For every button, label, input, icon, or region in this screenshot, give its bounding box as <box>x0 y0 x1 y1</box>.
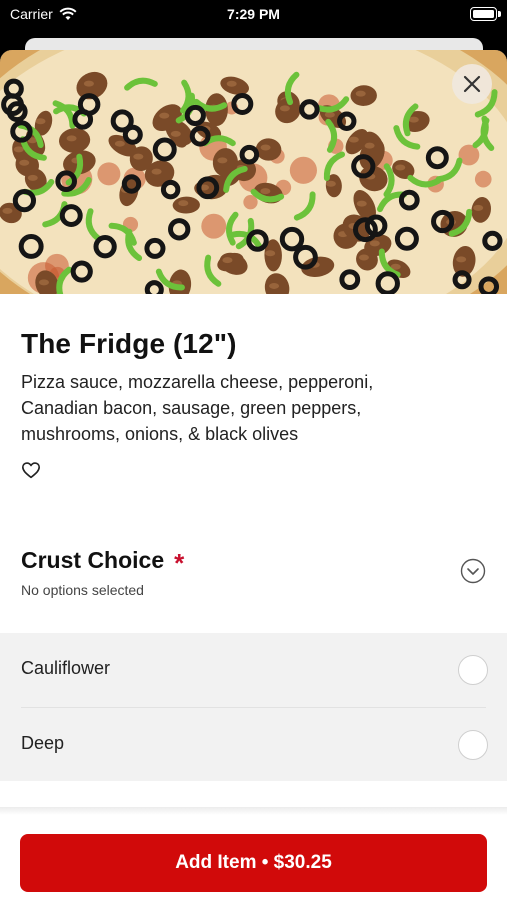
close-button[interactable] <box>452 64 492 104</box>
battery-icon <box>470 7 501 21</box>
add-item-button[interactable]: Add Item • $30.25 <box>20 834 487 892</box>
crust-section-title: Crust Choice * <box>21 547 185 578</box>
option-label: Cauliflower <box>21 658 111 678</box>
item-title: The Fridge (12") <box>21 328 237 359</box>
crust-selection-status: No options selected <box>21 582 144 598</box>
radio-icon[interactable] <box>458 655 488 685</box>
item-photo <box>0 50 507 294</box>
status-bar: Carrier 7:29 PM <box>0 0 507 30</box>
option-cauliflower[interactable]: Cauliflower <box>0 633 507 708</box>
clock: 7:29 PM <box>227 6 280 22</box>
item-detail-sheet: The Fridge (12") Pizza sauce, mozzarella… <box>0 50 507 900</box>
option-deep[interactable]: Deep <box>0 708 507 782</box>
close-icon <box>463 75 481 93</box>
option-label: Deep <box>21 733 65 753</box>
footer-bar: Add Item • $30.25 <box>0 807 507 900</box>
item-description: Pizza sauce, mozzarella cheese, pepperon… <box>21 372 374 444</box>
crust-title-label: Crust Choice <box>21 547 165 573</box>
radio-icon[interactable] <box>458 730 488 760</box>
favorite-heart-icon[interactable] <box>21 461 41 479</box>
crust-options-list: Cauliflower Deep <box>0 633 507 781</box>
required-indicator: * <box>174 547 185 578</box>
chevron-down-icon[interactable] <box>460 558 486 584</box>
